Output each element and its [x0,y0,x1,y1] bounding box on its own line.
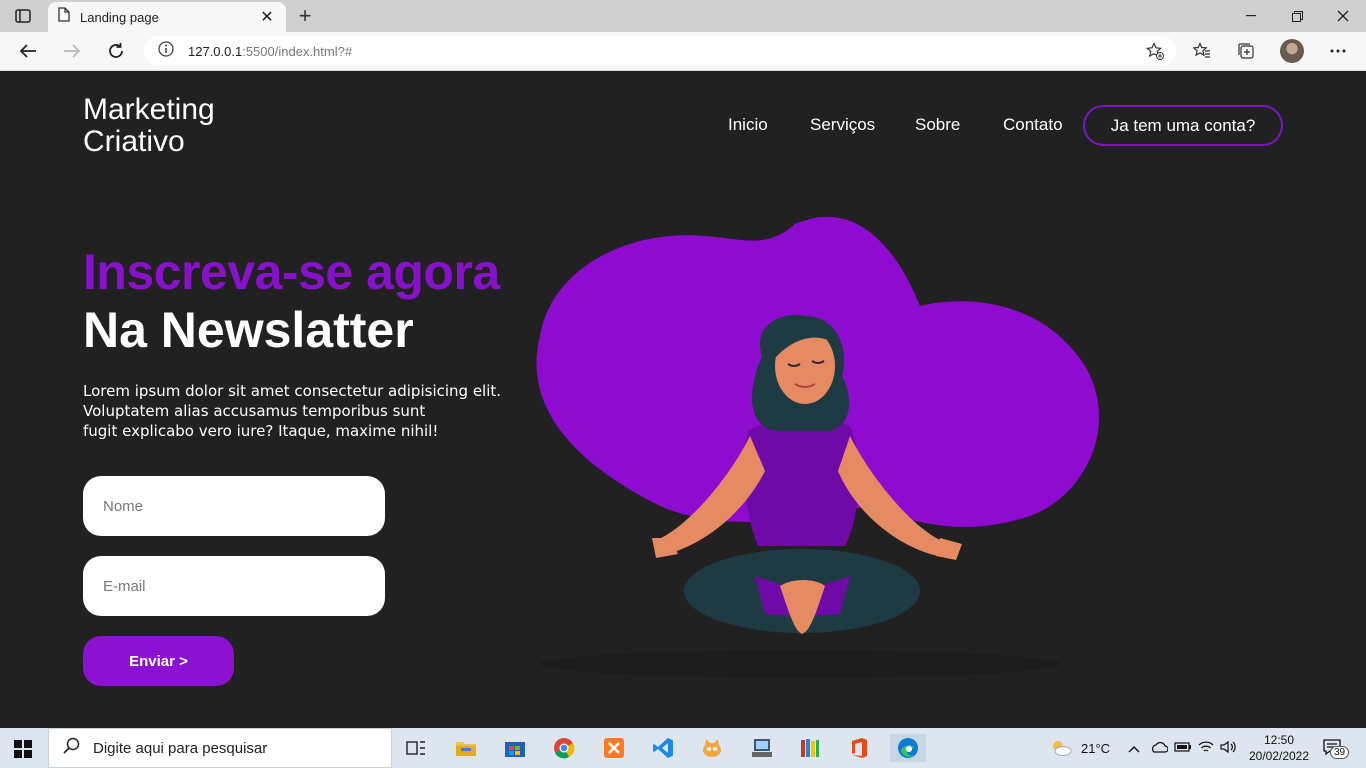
url-path: :5500/index.html?# [242,43,353,59]
logo-line-1: Marketing [83,93,215,126]
show-hidden-icons-icon[interactable] [1128,741,1140,756]
windows-start-icon[interactable] [14,740,32,758]
intro-line-2: Voluptatem alias accusamus temporibus su… [83,402,426,420]
clock[interactable]: 12:50 20/02/2022 [1248,728,1310,768]
name-input[interactable]: Nome [83,476,385,536]
weather-temp: 21°C [1081,740,1111,756]
more-options-icon[interactable] [1326,40,1350,62]
new-tab-button[interactable]: + [292,4,318,28]
email-placeholder: E-mail [103,577,146,595]
edge-icon[interactable] [890,734,926,762]
file-explorer-icon[interactable] [452,734,480,762]
battery-icon[interactable] [1174,741,1192,756]
notification-count: 39 [1330,746,1350,759]
site-logo[interactable]: Marketing Criativo [83,94,215,158]
landing-page: Marketing Criativo Inicio Serviços Sobre… [0,71,1366,728]
taskbar-search[interactable]: Digite aqui para pesquisar [48,728,392,768]
page-icon [58,7,70,27]
submit-button[interactable]: Enviar > [83,636,234,686]
task-view-icon[interactable] [402,734,430,762]
intro-line-3: fugit explicabo vero iure? Itaque, maxim… [83,422,439,440]
profile-avatar[interactable] [1280,39,1304,63]
tab-title: Landing page [80,9,159,25]
headline-subscribe: Inscreva-se agora [83,244,500,300]
xampp-icon[interactable] [600,734,628,762]
nav-inicio[interactable]: Inicio [728,115,768,135]
scratch-icon[interactable] [698,734,726,762]
nav-servicos[interactable]: Serviços [810,115,875,135]
windows-taskbar: Digite aqui para pesquisar 21°C 12:50 20… [0,728,1366,768]
meditation-illustration [536,216,1100,678]
minimize-button[interactable] [1228,0,1274,32]
name-placeholder: Nome [103,497,144,515]
tab-actions-icon[interactable] [12,6,34,26]
vscode-icon[interactable] [649,734,677,762]
url-text: 127.0.0.1:5500/index.html?# [188,44,352,59]
search-placeholder: Digite aqui para pesquisar [93,739,268,757]
logo-line-2: Criativo [83,125,185,158]
intro-paragraph: Lorem ipsum dolor sit amet consectetur a… [83,381,503,441]
intro-line-1: Lorem ipsum dolor sit amet consectetur a… [83,382,502,400]
microsoft-store-icon[interactable] [501,734,529,762]
login-button[interactable]: Ja tem uma conta? [1083,105,1283,146]
chrome-icon[interactable] [550,734,578,762]
url-host: 127.0.0.1 [188,43,243,59]
close-window-button[interactable] [1320,0,1366,32]
wifi-icon[interactable] [1198,740,1214,757]
weather-widget[interactable]: 21°C [1050,728,1110,768]
collections-icon[interactable] [1234,40,1258,62]
computer-app-icon[interactable] [748,734,776,762]
search-icon [63,737,81,760]
back-button[interactable] [14,38,42,64]
tray-icons[interactable] [1128,728,1236,768]
add-favorite-icon[interactable] [1146,42,1164,65]
clock-date: 20/02/2022 [1248,749,1310,763]
active-tab[interactable]: Landing page ✕ [48,2,286,32]
browser-toolbar: 127.0.0.1:5500/index.html?# [0,32,1366,71]
refresh-button[interactable] [102,38,130,64]
close-tab-icon[interactable]: ✕ [258,7,276,27]
restore-button[interactable] [1274,0,1320,32]
info-icon[interactable] [158,40,174,62]
email-input[interactable]: E-mail [83,556,385,616]
address-bar[interactable]: 127.0.0.1:5500/index.html?# [144,36,1176,66]
favorites-icon[interactable] [1190,40,1214,62]
onedrive-icon[interactable] [1150,741,1169,756]
forward-button[interactable] [58,38,86,64]
office-icon[interactable] [845,734,873,762]
library-app-icon[interactable] [796,734,824,762]
nav-contato[interactable]: Contato [1003,115,1063,135]
clock-time: 12:50 [1263,733,1295,747]
headline-newsletter: Na Newslatter [83,302,414,358]
notifications-button[interactable]: 39 [1322,728,1350,768]
nav-sobre[interactable]: Sobre [915,115,960,135]
browser-tab-bar: Landing page ✕ + [0,0,1366,32]
volume-icon[interactable] [1220,740,1236,757]
